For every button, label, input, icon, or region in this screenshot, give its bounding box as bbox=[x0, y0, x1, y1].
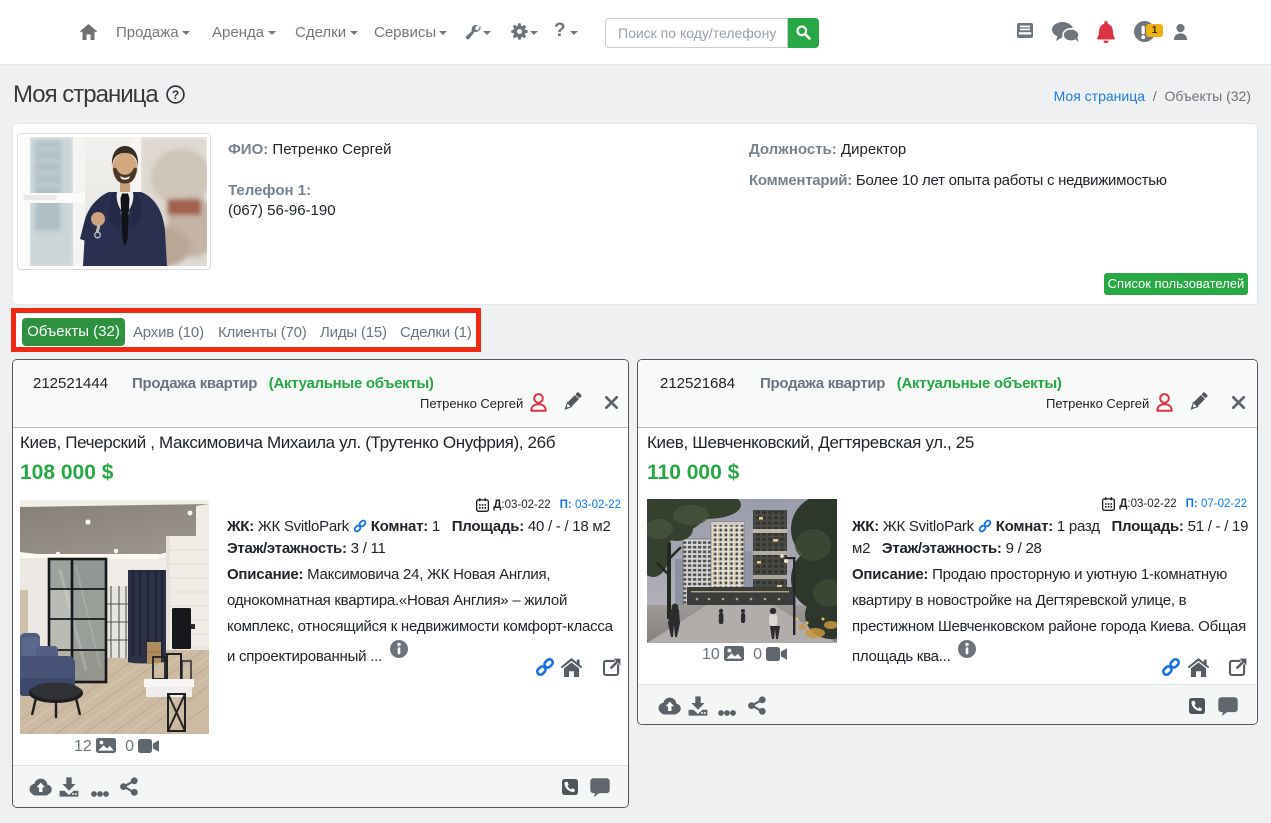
svg-text:?: ? bbox=[172, 88, 179, 102]
